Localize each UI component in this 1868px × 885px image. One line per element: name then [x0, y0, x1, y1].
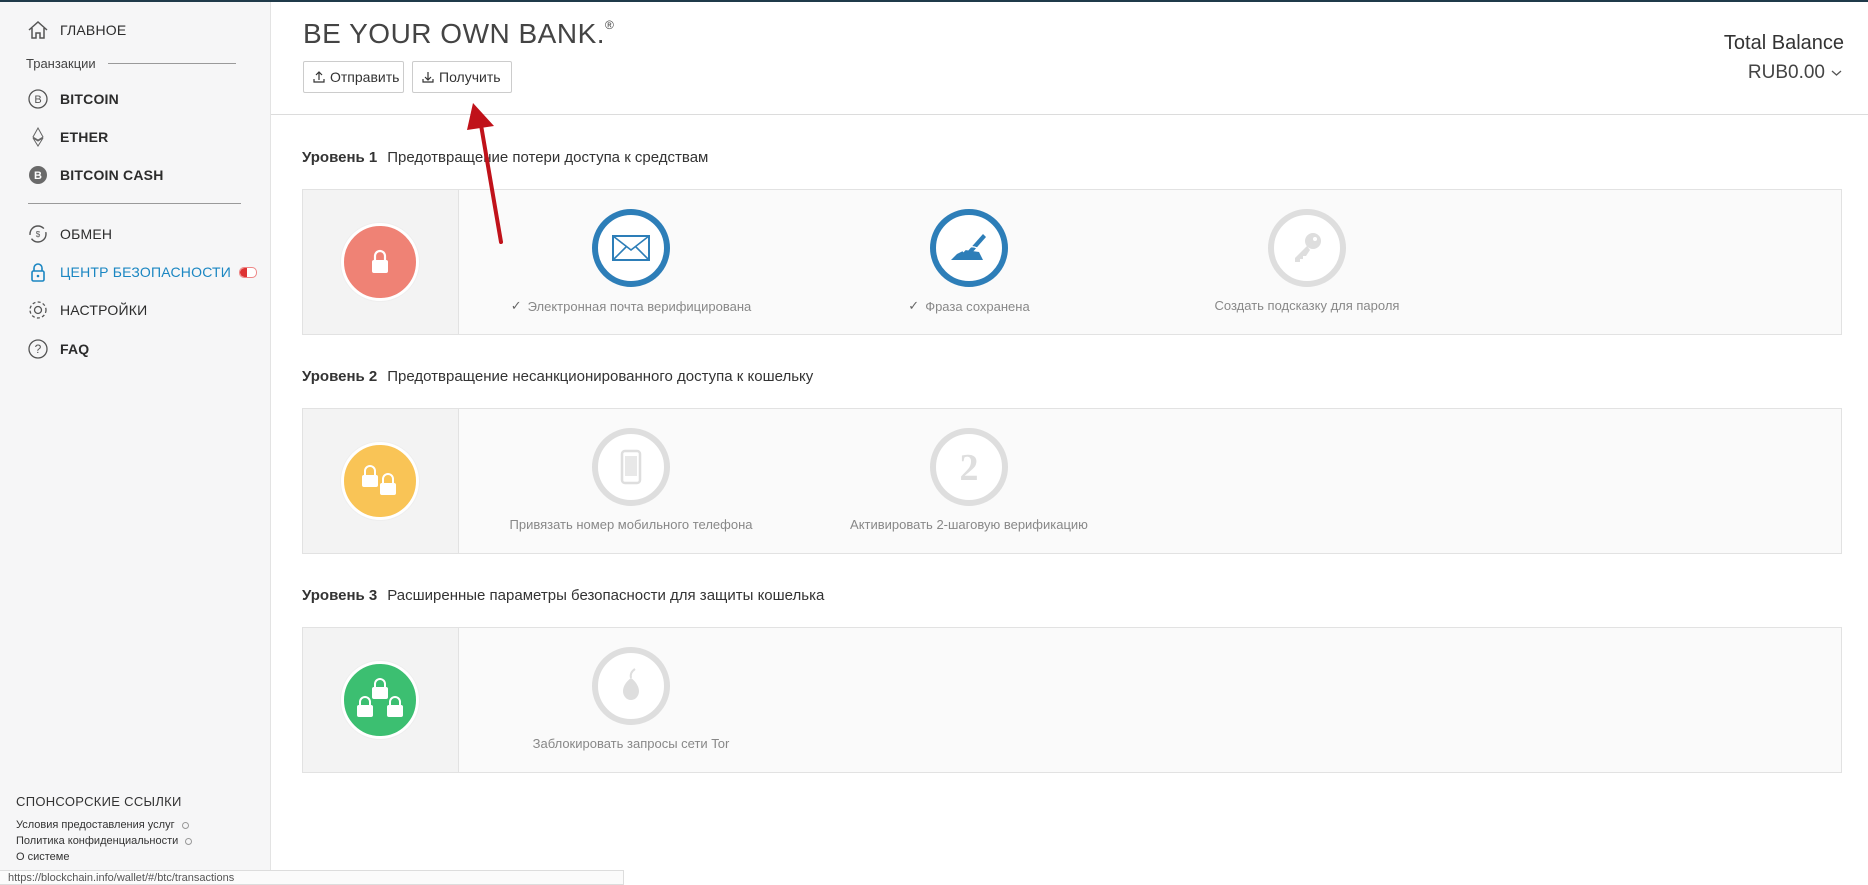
sidebar-item-settings[interactable]: НАСТРОЙКИ	[26, 298, 147, 322]
terms-link-label: Условия предоставления услуг	[16, 819, 175, 831]
sidebar-item-security-center[interactable]: ЦЕНТР БЕЗОПАСНОСТИ	[26, 260, 258, 284]
tor-onion-icon	[592, 647, 670, 725]
item-label: Фраза сохранена	[925, 298, 1030, 314]
sidebar-item-bitcoin[interactable]: B BITCOIN	[26, 87, 119, 111]
privacy-link[interactable]: Политика конфиденциальности	[16, 835, 193, 847]
ether-icon	[26, 125, 50, 149]
total-balance-label: Total Balance	[1723, 32, 1844, 54]
level-badge-area	[303, 628, 459, 772]
svg-text:2: 2	[960, 447, 979, 487]
level-description: Предотвращение несанкционированного дост…	[387, 368, 814, 385]
sidebar-item-exchange[interactable]: $ ОБМЕН	[26, 222, 112, 246]
double-lock-badge-icon	[341, 442, 419, 520]
sidebar-item-home[interactable]: ГЛАВНОЕ	[26, 18, 126, 42]
level-3-panel: Заблокировать запросы сети Tor	[302, 627, 1842, 773]
sidebar-item-label: ETHER	[60, 129, 109, 145]
sidebar: ГЛАВНОЕ Транзакции B BITCOIN ETHER B BIT…	[0, 2, 271, 885]
level-1-panel: ✓ Электронная почта верифицирована ✓ Фраза…	[302, 189, 1842, 335]
sidebar-item-label: FAQ	[60, 341, 90, 357]
triple-lock-badge-icon	[341, 661, 419, 739]
question-icon: ?	[26, 337, 50, 361]
section-label: Транзакции	[26, 56, 96, 71]
sidebar-item-ether[interactable]: ETHER	[26, 125, 108, 149]
brand-text: BE YOUR OWN BANK.	[303, 18, 606, 49]
sidebar-item-label: НАСТРОЙКИ	[60, 302, 148, 318]
sidebar-divider	[28, 203, 241, 204]
home-icon	[26, 18, 50, 42]
security-status-toggle	[239, 266, 258, 278]
sidebar-item-faq[interactable]: ? FAQ	[26, 337, 89, 361]
external-link-icon	[185, 837, 193, 845]
sidebar-item-label: BITCOIN	[60, 91, 119, 107]
level-2-panel: Привязать номер мобильного телефона 2 Ак…	[302, 408, 1842, 554]
sidebar-item-label: ОБМЕН	[60, 226, 113, 242]
header: BE YOUR OWN BANK.® Отправить Получить To…	[271, 2, 1868, 115]
key-icon	[1268, 209, 1346, 287]
level-number: Уровень 1	[302, 149, 378, 166]
email-envelope-icon	[592, 209, 670, 287]
receive-button[interactable]: Получить	[412, 61, 512, 93]
chevron-down-icon	[1831, 69, 1842, 77]
level-badge-area	[303, 190, 459, 334]
level-number: Уровень 3	[302, 587, 378, 604]
total-balance-value: RUB0.00	[1747, 62, 1825, 83]
section-divider	[107, 63, 236, 64]
download-icon	[421, 70, 435, 84]
bitcoin-icon: B	[26, 87, 50, 111]
sidebar-item-label: ЦЕНТР БЕЗОПАСНОСТИ	[60, 264, 232, 280]
level-description: Расширенные параметры безопасности для з…	[387, 587, 825, 604]
transactions-section-heading: Транзакции	[26, 56, 236, 71]
svg-text:$: $	[36, 230, 41, 239]
sidebar-item-label: BITCOIN CASH	[60, 167, 164, 183]
link-phone-item[interactable]: Привязать номер мобильного телефона	[481, 409, 781, 532]
svg-text:B: B	[34, 94, 41, 106]
phrase-saved-item[interactable]: ✓ Фраза сохранена	[819, 190, 1119, 314]
item-label: Электронная почта верифицирована	[527, 298, 752, 314]
terms-link[interactable]: Условия предоставления услуг	[16, 819, 189, 831]
single-lock-badge-icon	[341, 223, 419, 301]
level-badge-area	[303, 409, 459, 553]
brand-title: BE YOUR OWN BANK.®	[303, 18, 614, 50]
bitcoin-cash-icon: B	[26, 163, 50, 187]
level-description: Предотвращение потери доступа к средства…	[387, 149, 709, 166]
block-tor-item[interactable]: Заблокировать запросы сети Tor	[481, 628, 781, 751]
item-label: Создать подсказку для пароля	[1214, 298, 1400, 313]
item-label: Активировать 2-шаговую верификацию	[850, 517, 1088, 532]
mobile-phone-icon	[592, 428, 670, 506]
item-label: Привязать номер мобильного телефона	[509, 517, 753, 532]
sidebar-item-bitcoin-cash[interactable]: B BITCOIN CASH	[26, 163, 164, 187]
browser-status-url: https://blockchain.info/wallet/#/btc/tra…	[0, 870, 624, 885]
upload-icon	[312, 70, 326, 84]
receive-button-label: Получить	[439, 69, 501, 85]
checkmark-icon: ✓	[908, 298, 920, 313]
gear-icon	[26, 298, 50, 322]
item-label: Заблокировать запросы сети Tor	[532, 736, 730, 751]
level-number: Уровень 2	[302, 368, 378, 385]
svg-text:B: B	[34, 170, 42, 182]
password-hint-item[interactable]: Создать подсказку для пароля	[1157, 190, 1457, 313]
email-verified-item[interactable]: ✓ Электронная почта верифицирована	[481, 190, 781, 314]
level-2-title: Уровень 2 Предотвращение несанкционирован…	[302, 368, 813, 385]
sponsor-links-title: СПОНСОРСКИЕ ССЫЛКИ	[16, 794, 182, 809]
privacy-link-label: Политика конфиденциальности	[16, 835, 179, 847]
brand-mark: ®	[605, 17, 615, 32]
level-3-title: Уровень 3 Расширенные параметры безопасно…	[302, 587, 824, 604]
exchange-icon: $	[26, 222, 50, 246]
lock-icon	[26, 260, 50, 284]
svg-text:?: ?	[35, 342, 42, 356]
two-step-icon: 2	[930, 428, 1008, 506]
level-1-title: Уровень 1 Предотвращение потери доступа к…	[302, 149, 708, 166]
total-balance-dropdown[interactable]: RUB0.00	[1748, 62, 1842, 84]
send-button[interactable]: Отправить	[303, 61, 404, 93]
about-link[interactable]: О системе	[16, 851, 69, 863]
two-step-verification-item[interactable]: 2 Активировать 2-шаговую верификацию	[819, 409, 1119, 532]
hand-writing-icon	[930, 209, 1008, 287]
external-link-icon	[181, 821, 189, 829]
send-button-label: Отправить	[330, 69, 400, 85]
sidebar-item-label: ГЛАВНОЕ	[60, 22, 127, 38]
about-link-label: О системе	[16, 851, 70, 863]
checkmark-icon: ✓	[510, 298, 522, 313]
